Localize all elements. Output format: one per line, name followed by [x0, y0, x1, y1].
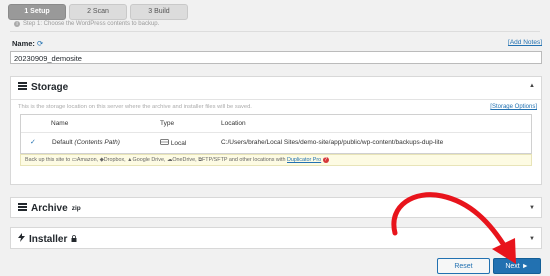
storage-type-text: Local [170, 140, 187, 147]
col-location: Location [221, 120, 246, 127]
help-icon[interactable]: ? [322, 156, 329, 163]
duplicator-pro-link[interactable]: Duplicator Pro [287, 157, 321, 163]
storage-options-link[interactable]: [Storage Options] [490, 104, 537, 110]
storage-name-text: Default [52, 139, 73, 146]
installer-title: Installer [29, 233, 68, 245]
provider-ftp: FTP/SFTP and other locations with [202, 157, 286, 163]
name-input[interactable]: 20230909_demosite [10, 51, 542, 64]
provider-dropbox: Dropbox, [103, 157, 126, 163]
collapse-caret-icon[interactable]: ▲ [529, 83, 535, 89]
storage-table: Name Type Location ✓ Default (Contents P… [20, 114, 532, 154]
lock-icon [71, 234, 77, 245]
next-button[interactable]: Next ► [493, 258, 541, 274]
backup-options-notice: Back up this site to ▭Amazon, ◆Dropbox, … [20, 154, 532, 166]
archive-title: Archive [31, 203, 68, 214]
wizard-steps: 1 Setup 2 Scan 3 Build [8, 4, 188, 20]
storage-header[interactable]: Storage [18, 82, 68, 93]
provider-google-drive: Google Drive, [132, 157, 166, 163]
expand-caret-icon[interactable]: ▼ [529, 236, 535, 242]
provider-amazon: Amazon, [76, 157, 99, 163]
checkmark-icon[interactable]: ✓ [30, 138, 36, 146]
info-icon: i [14, 21, 20, 27]
list-icon [18, 82, 27, 93]
storage-name: Default (Contents Path) [52, 139, 120, 146]
backup-prefix: Back up this site to [25, 157, 71, 163]
list-icon [18, 203, 27, 214]
storage-divider [11, 99, 541, 100]
provider-onedrive: OneDrive, [172, 157, 197, 163]
archive-header[interactable]: Archive zip [18, 203, 81, 214]
installer-header[interactable]: Installer [18, 233, 77, 245]
storage-type: Local [160, 139, 186, 147]
name-label-text: Name: [12, 39, 35, 48]
divider [10, 31, 540, 32]
server-icon [160, 139, 171, 147]
storage-description: This is the storage location on this ser… [18, 104, 252, 110]
bolt-icon [18, 233, 25, 245]
table-row[interactable]: ✓ Default (Contents Path) Local C:/Users… [21, 132, 531, 153]
archive-panel[interactable]: Archive zip ▼ [10, 197, 542, 218]
step-description: i Step 1: Choose the WordPress contents … [14, 21, 159, 27]
step-scan[interactable]: 2 Scan [69, 4, 127, 20]
storage-panel: Storage ▲ This is the storage location o… [10, 76, 542, 185]
archive-sup: zip [71, 205, 81, 212]
col-name: Name [51, 120, 69, 127]
step-description-text: Step 1: Choose the WordPress contents to… [23, 21, 160, 27]
storage-location: C:/Users/brahe/Local Sites/demo-site/app… [221, 139, 444, 146]
step-build[interactable]: 3 Build [130, 4, 188, 20]
col-type: Type [160, 120, 175, 127]
name-label: Name: ⟳ [12, 39, 43, 48]
refresh-icon[interactable]: ⟳ [37, 39, 43, 48]
expand-caret-icon[interactable]: ▼ [529, 205, 535, 211]
storage-name-detail: (Contents Path) [74, 139, 120, 146]
step-setup[interactable]: 1 Setup [8, 4, 66, 20]
reset-button[interactable]: Reset [437, 258, 490, 274]
installer-panel[interactable]: Installer ▼ [10, 227, 542, 249]
add-notes-link[interactable]: [Add Notes] [508, 39, 542, 46]
storage-title: Storage [31, 82, 69, 93]
